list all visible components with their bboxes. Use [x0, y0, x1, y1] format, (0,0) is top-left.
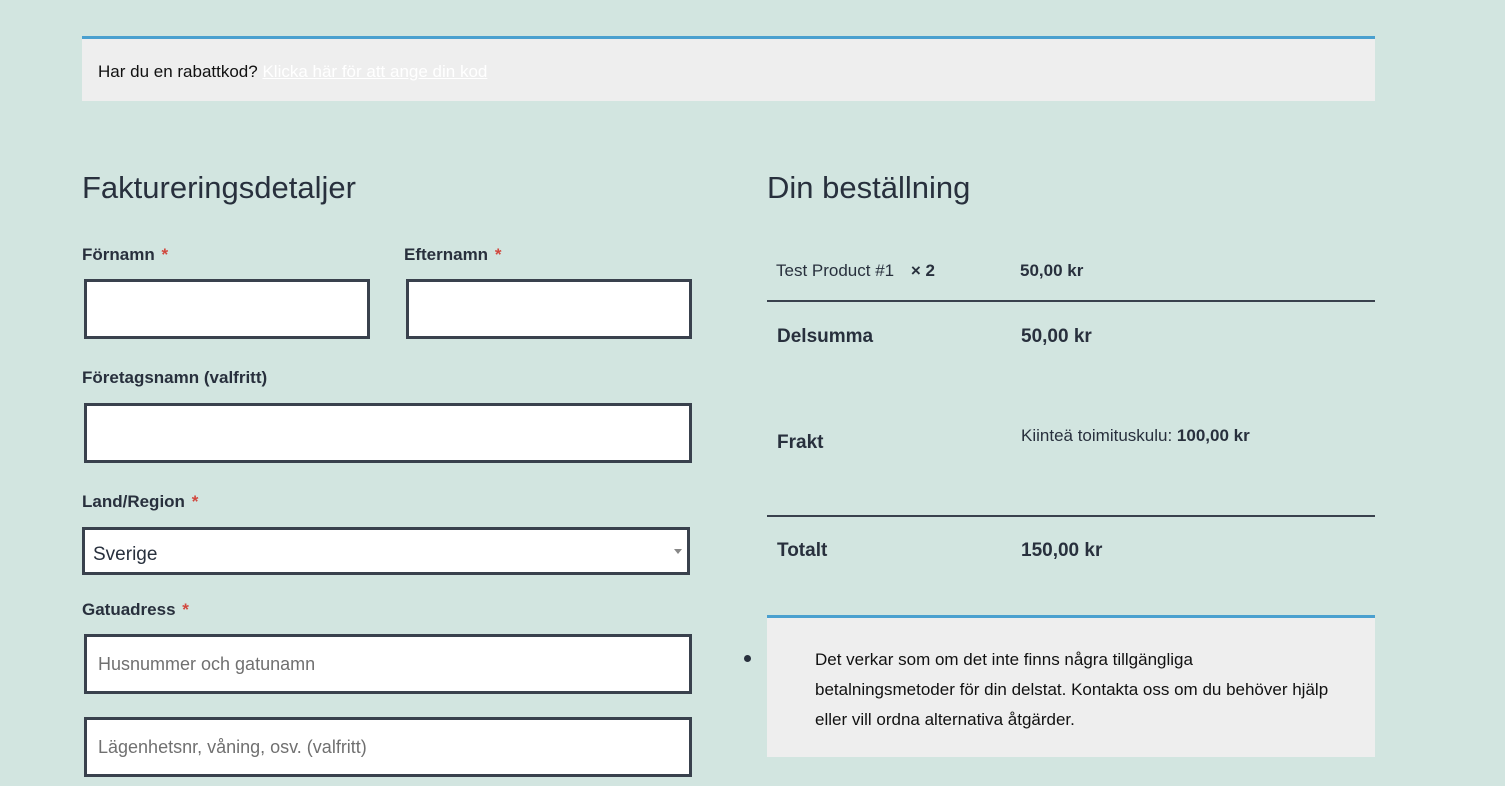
order-item-qty: × 2: [910, 261, 935, 280]
required-mark: *: [182, 600, 189, 619]
order-item-total: 50,00 kr: [1020, 261, 1084, 280]
shipping-label: Frakt: [777, 432, 824, 453]
billing-title: Faktureringsdetaljer: [82, 170, 356, 205]
last-name-label: Efternamn *: [404, 245, 502, 264]
first-name-label: Förnamn *: [82, 245, 169, 264]
first-name-input[interactable]: [84, 279, 370, 339]
bullet-icon: [744, 655, 751, 662]
street-address-input[interactable]: [84, 634, 692, 694]
divider: [767, 515, 1375, 517]
total-label: Totalt: [777, 540, 828, 561]
street-label: Gatuadress *: [82, 600, 189, 619]
required-mark: *: [191, 492, 199, 511]
divider: [767, 300, 1375, 302]
coupon-question: Har du en rabattkod?: [98, 62, 258, 81]
shipping-value: 100,00 kr: [1176, 426, 1250, 445]
last-name-input[interactable]: [406, 279, 692, 339]
company-label: Företagsnamn (valfritt): [82, 368, 268, 387]
order-item-name: Test Product #1 × 2: [776, 261, 935, 280]
coupon-link[interactable]: Klicka här för att ange din kod: [262, 62, 487, 81]
country-label: Land/Region *: [82, 492, 199, 511]
coupon-notice: Har du en rabattkod? Klicka här för att …: [82, 36, 1375, 101]
order-title: Din beställning: [767, 170, 971, 205]
payment-notice-text: Det verkar som om det inte finns några t…: [815, 650, 1329, 729]
country-value: Sverige: [93, 544, 158, 565]
total-value: 150,00 kr: [1021, 540, 1103, 561]
subtotal-label: Delsumma: [777, 326, 874, 347]
required-mark: *: [494, 245, 502, 264]
company-input[interactable]: [84, 403, 692, 463]
apartment-input[interactable]: [84, 717, 692, 777]
required-mark: *: [161, 245, 169, 264]
subtotal-value: 50,00 kr: [1021, 326, 1092, 347]
checkout-page: Har du en rabattkod? Klicka här för att …: [0, 0, 1505, 786]
country-select[interactable]: Sverige: [82, 527, 690, 575]
payment-notice: Det verkar som om det inte finns några t…: [744, 615, 1375, 757]
chevron-down-icon: [674, 549, 682, 554]
shipping-method: Kiinteä toimituskulu: 100,00 kr: [1021, 426, 1250, 445]
